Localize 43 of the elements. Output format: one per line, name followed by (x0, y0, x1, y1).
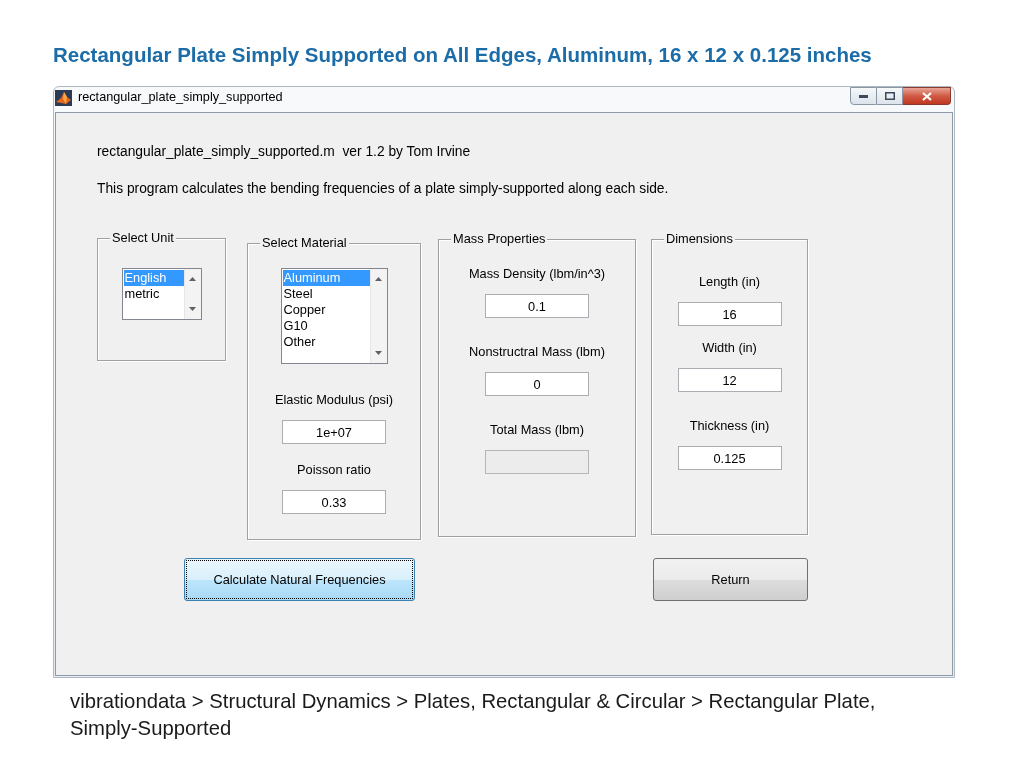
breadcrumb-text: vibrationdata > Structural Dynamics > Plates, Rectangular & Circular > Rectangular Plate, Simply-Supported (70, 689, 877, 741)
field-label: Nonstructral Mass (lbm) (469, 344, 605, 360)
input-field[interactable]: 16 (677, 302, 782, 326)
scrollbar[interactable] (183, 269, 201, 319)
list-option[interactable]: Other (282, 334, 370, 350)
field-label: Length (in) (698, 274, 761, 290)
down-arrow-icon (189, 307, 196, 311)
intro-text: rectangular_plate_simply_supported.m ver 1.2 by Tom Irvine (97, 144, 472, 160)
input-field[interactable]: 0 (485, 372, 589, 396)
action-button[interactable]: Return (653, 558, 808, 601)
group-title: Mass Properties (451, 231, 548, 247)
minimize-icon (859, 94, 868, 98)
field-label: Thickness (in) (689, 418, 770, 434)
maximize-button[interactable] (877, 87, 903, 105)
close-icon (921, 91, 932, 101)
close-button[interactable] (903, 87, 951, 105)
minimize-button[interactable] (850, 87, 877, 105)
up-arrow-icon (189, 277, 196, 281)
list-box[interactable]: English metric (121, 268, 202, 320)
field-label: Poisson ratio (297, 462, 371, 478)
action-button[interactable]: Calculate Natural Frequencies (184, 558, 415, 601)
field-label: Width (in) (702, 340, 757, 356)
list-option[interactable]: Copper (282, 302, 370, 318)
list-option[interactable]: Steel (282, 286, 370, 302)
input-field[interactable]: 1e+07 (282, 420, 386, 444)
list-option[interactable]: G10 (282, 318, 370, 334)
input-field[interactable]: 0.125 (677, 446, 782, 470)
input-field[interactable]: 0.1 (485, 294, 589, 318)
field-label: Total Mass (lbm) (490, 422, 584, 438)
up-arrow-icon (375, 277, 382, 281)
logo-icon (55, 90, 72, 106)
intro-text: This program calculates the bending frequencies of a plate simply-supported along each side. (97, 181, 670, 197)
slide-title: Rectangular Plate Simply Supported on All Edges, Aluminum, 16 x 12 x 0.125 inches (53, 43, 873, 67)
list-box[interactable]: Aluminum Steel Copper G10 Other (280, 268, 388, 364)
list-option[interactable]: metric (123, 286, 184, 302)
maximize-icon (884, 92, 895, 100)
input-field[interactable]: 12 (677, 368, 782, 392)
input-field[interactable]: 0.33 (282, 490, 386, 514)
field-label: Elastic Modulus (psi) (274, 392, 394, 408)
window-title: rectangular_plate_simply_supported (78, 89, 283, 106)
field-label: Mass Density (lbm/in^3) (468, 266, 606, 282)
down-arrow-icon (375, 351, 382, 355)
scrollbar[interactable] (369, 269, 387, 363)
